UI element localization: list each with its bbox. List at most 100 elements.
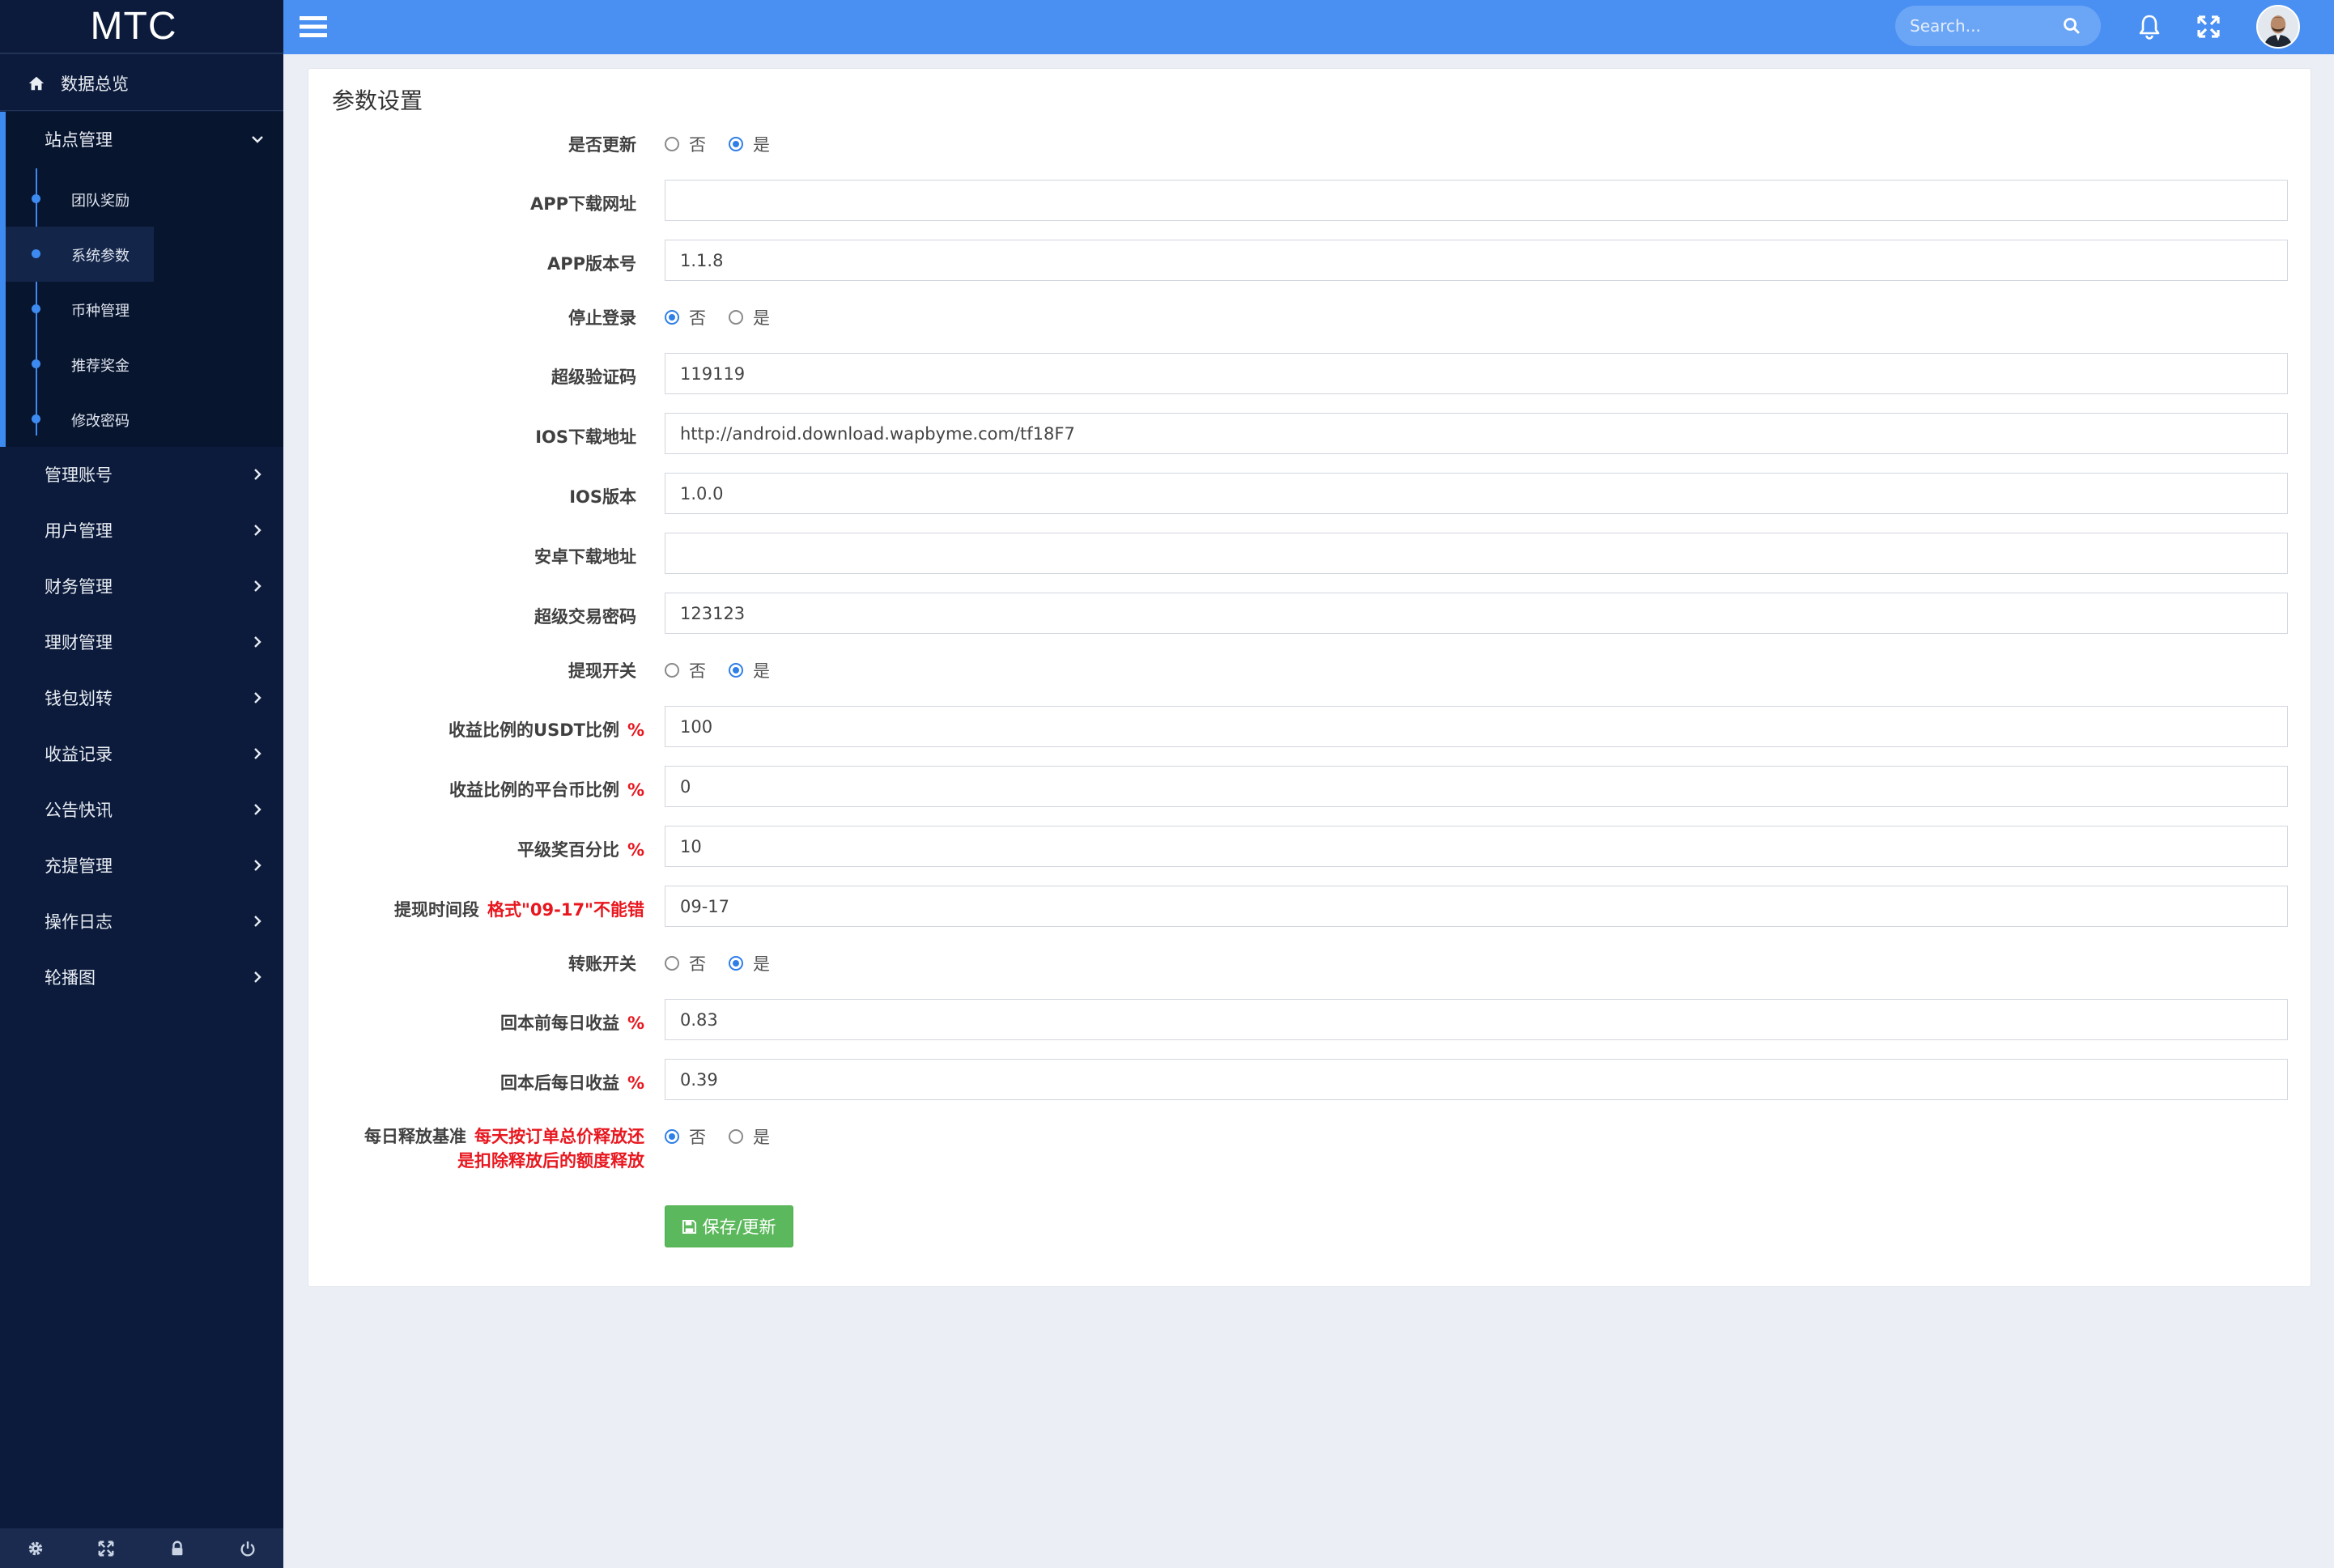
field-label: APP下载网址 [530, 191, 636, 215]
chevron-right-icon [251, 971, 264, 984]
sidebar-item[interactable]: 管理账号 [0, 447, 283, 502]
lock-button[interactable] [142, 1528, 213, 1568]
bell-icon[interactable] [2136, 13, 2162, 40]
logout-button[interactable] [213, 1528, 284, 1568]
radio-yes[interactable] [729, 956, 743, 971]
radio-no[interactable] [665, 310, 679, 325]
field-label: 提现时间段 格式"09-17"不能错 [394, 897, 644, 921]
text-field[interactable] [665, 240, 2288, 281]
radio-yes[interactable] [729, 310, 743, 325]
field-hint: 每天按订单总价释放还 [474, 1127, 644, 1146]
sidebar-item-label: 操作日志 [45, 912, 113, 932]
sidebar-item[interactable]: 理财管理 [0, 614, 283, 669]
field-label-text: IOS版本 [569, 487, 636, 507]
field-label-text: IOS下载地址 [535, 427, 636, 447]
bullet-dot-icon [32, 194, 40, 203]
sidebar-footer [0, 1528, 283, 1568]
brand-text: MTC [90, 5, 177, 48]
bullet-dot-icon [32, 304, 40, 313]
field-hint-line2: 是扣除释放后的额度释放 [457, 1151, 644, 1171]
sidebar-item[interactable]: 收益记录 [0, 726, 283, 781]
chevron-right-icon [251, 803, 264, 816]
sidebar-item-label: 财务管理 [45, 577, 113, 597]
sidebar-item[interactable]: 公告快讯 [0, 782, 283, 837]
text-field[interactable] [665, 766, 2288, 807]
text-field[interactable] [665, 1059, 2288, 1100]
sidebar-item-label: 理财管理 [45, 633, 113, 652]
sidebar-item-site-management[interactable]: 站点管理 [0, 112, 283, 167]
field-label-text: 每日释放基准 [364, 1127, 466, 1146]
text-field[interactable] [665, 999, 2288, 1040]
sidebar-item-label: 站点管理 [45, 130, 113, 150]
chevron-right-icon [251, 691, 264, 704]
field-label: 停止登录 [568, 305, 636, 329]
sidebar-subitem[interactable]: 币种管理 [6, 282, 283, 337]
radio-yes[interactable] [729, 1129, 743, 1144]
sidebar-item[interactable]: 用户管理 [0, 503, 283, 558]
sidebar-item[interactable]: 充提管理 [0, 838, 283, 893]
expand-icon[interactable] [2196, 14, 2221, 40]
radio-no-label: 否 [689, 954, 706, 974]
radio-yes-label: 是 [753, 1128, 770, 1147]
radio-no[interactable] [665, 663, 679, 678]
radio-yes-label: 是 [753, 308, 770, 328]
field-label: 回本前每日收益% [500, 1010, 644, 1035]
field-label: 收益比例的USDT比例% [449, 717, 644, 742]
menu-icon[interactable] [300, 15, 327, 39]
text-field[interactable] [665, 826, 2288, 867]
radio-yes[interactable] [729, 663, 743, 678]
search-input[interactable] [1910, 12, 2064, 40]
text-field[interactable] [665, 886, 2288, 927]
gear-icon [28, 1541, 42, 1555]
text-field[interactable] [665, 533, 2288, 574]
expand-icon [98, 1540, 114, 1556]
sidebar-subitem[interactable]: 修改密码 [6, 392, 283, 447]
sidebar-subitem[interactable]: 团队奖励 [6, 172, 283, 227]
sidebar-item-label: 钱包划转 [45, 689, 113, 708]
power-icon [240, 1540, 255, 1556]
radio-no[interactable] [665, 137, 679, 151]
sidebar-subitem-label: 修改密码 [71, 413, 130, 430]
brand-logo[interactable]: MTC [0, 0, 283, 54]
avatar-image [2258, 6, 2298, 47]
sidebar-item[interactable]: 财务管理 [0, 559, 283, 614]
text-field[interactable] [665, 593, 2288, 634]
sidebar-subitem[interactable]: 推荐奖金 [6, 337, 283, 392]
field-label-text: APP版本号 [546, 254, 636, 274]
field-label: 平级奖百分比% [517, 837, 644, 861]
field-label-text: 安卓下载地址 [534, 547, 636, 567]
radio-no-label: 否 [689, 308, 706, 328]
field-label: 是否更新 [568, 132, 636, 156]
field-label: 收益比例的平台币比例% [449, 777, 644, 801]
radio-yes[interactable] [729, 137, 743, 151]
text-field[interactable] [665, 473, 2288, 514]
sidebar-item-label: 充提管理 [45, 856, 113, 876]
text-field[interactable] [665, 706, 2288, 747]
chevron-right-icon [251, 580, 264, 593]
field-hint: % [627, 780, 644, 800]
field-label: IOS版本 [569, 484, 636, 508]
save-button[interactable]: 保存/更新 [665, 1205, 793, 1247]
fullscreen-button[interactable] [71, 1528, 142, 1568]
avatar[interactable] [2256, 5, 2300, 49]
settings-button[interactable] [0, 1528, 71, 1568]
radio-yes-label: 是 [753, 661, 770, 681]
search-icon[interactable] [2061, 15, 2082, 36]
text-field[interactable] [665, 353, 2288, 394]
field-hint: % [627, 1073, 644, 1093]
sidebar-subitem[interactable]: 系统参数 [6, 227, 154, 282]
radio-no[interactable] [665, 956, 679, 971]
sidebar-item-dashboard[interactable]: 数据总览 [0, 56, 283, 111]
chevron-right-icon [251, 747, 264, 760]
field-label: 超级交易密码 [534, 604, 636, 628]
text-field[interactable] [665, 413, 2288, 454]
sidebar-item[interactable]: 钱包划转 [0, 670, 283, 725]
chevron-right-icon [251, 468, 264, 481]
sidebar-item[interactable]: 轮播图 [0, 950, 283, 1005]
sidebar-item-label: 用户管理 [45, 521, 113, 541]
floppy-disk-icon [682, 1219, 697, 1234]
radio-no[interactable] [665, 1129, 679, 1144]
field-label-text: 超级交易密码 [534, 607, 636, 627]
sidebar-item[interactable]: 操作日志 [0, 894, 283, 949]
text-field[interactable] [665, 180, 2288, 221]
